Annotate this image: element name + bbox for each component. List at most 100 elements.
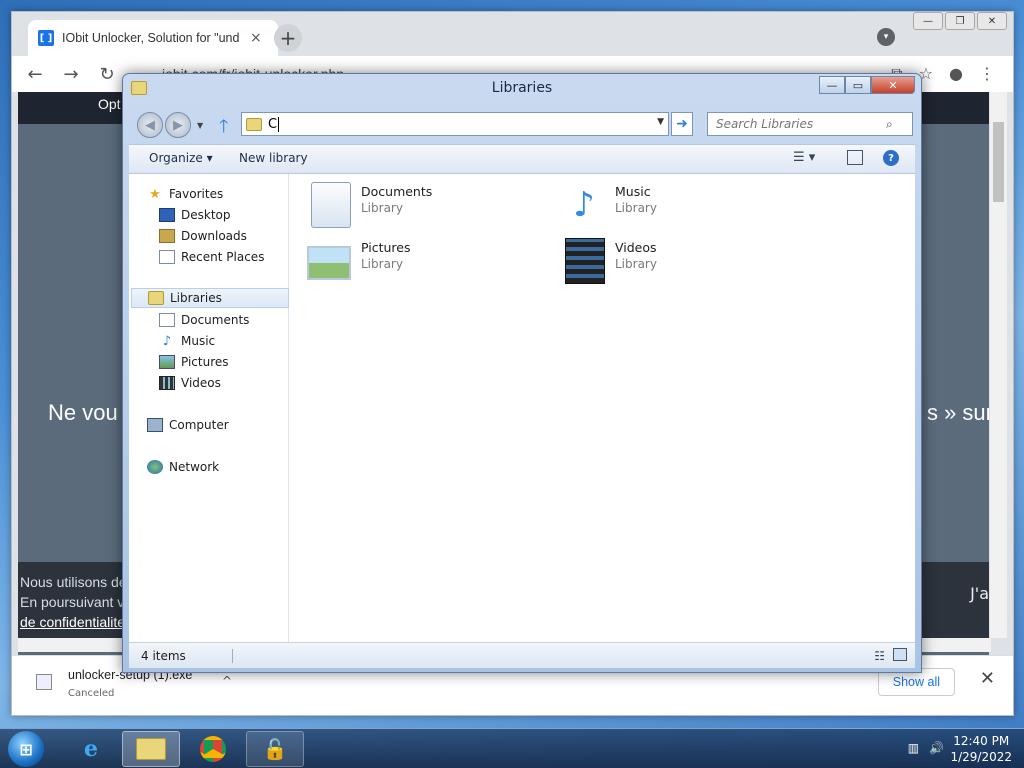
large-icons-view-icon[interactable] [893,648,907,661]
windows-explorer-taskbar-button[interactable] [122,731,180,767]
videos-icon [159,376,175,390]
search-input[interactable] [716,117,886,131]
privacy-policy-link[interactable]: de confidentialite [20,614,125,630]
network-icon [147,460,163,474]
downloads-folder-icon [159,229,175,243]
command-bar: Organize ▾ New library ☰ ▾ ? [129,144,915,174]
search-box[interactable]: ⌕ [707,112,913,136]
close-download-shelf-icon[interactable]: ✕ [980,668,995,689]
chrome-minimize-button[interactable]: — [913,12,943,30]
clock-time: 12:40 PM [953,734,1010,748]
forward-button[interactable]: → [60,64,82,85]
forward-arrow-icon[interactable]: ▶ [165,112,191,138]
library-item-music[interactable]: ♪ Music Library [561,180,781,232]
browser-tab[interactable]: [ ] IObit Unlocker, Solution for "und × [28,20,278,56]
pictures-icon [159,355,175,369]
page-vertical-scrollbar[interactable] [990,92,1007,638]
libraries-icon [148,291,164,305]
scroll-thumb[interactable] [993,122,1004,202]
chrome-restore-button[interactable]: ❐ [945,12,975,30]
site-nav-item[interactable]: Opt [98,96,121,112]
cookie-text-line: Nous utilisons de [20,574,127,590]
nav-buttons: ◀ ▶ ▼ [137,112,203,138]
internet-explorer-icon[interactable]: e [62,731,120,767]
computer-icon [147,418,163,432]
library-item-pictures[interactable]: Pictures Library [307,236,527,288]
chevron-down-icon[interactable]: ▼ [657,117,664,127]
library-type: Library [361,201,403,215]
change-view-icon[interactable]: ☰ ▾ [793,150,815,165]
pictures-library-icon [307,246,351,280]
nav-label: Network [169,460,220,474]
reload-button[interactable]: ↻ [96,64,118,85]
search-icon[interactable]: ⌕ [886,117,893,132]
taskbar: ⊞ e 🔓 ▥ 🔊 12:40 PM 1/29/2022 [0,728,1024,768]
hero-heading-right: s » sur [926,400,989,425]
address-input[interactable]: C [268,116,280,132]
go-arrow-icon[interactable]: ➜ [671,112,693,136]
nav-label: Libraries [170,291,222,305]
cookie-accept-button[interactable]: J'a [970,584,989,603]
back-button[interactable]: ← [24,64,46,85]
help-icon[interactable]: ? [883,150,899,166]
recent-pages-chevron-icon[interactable]: ▼ [197,121,203,130]
library-item-documents[interactable]: Documents Library [307,180,527,232]
address-bar[interactable]: C ▼ [241,112,669,136]
chrome-close-button[interactable]: ✕ [977,12,1007,30]
iobit-favicon-icon: [ ] [38,30,54,46]
music-note-icon: ♪ [162,333,172,349]
nav-item-libraries[interactable]: Libraries [131,288,289,308]
menu-icon[interactable]: ⋮ [979,64,995,84]
explorer-body: ★ Favorites Desktop Downloads Recent Pla… [129,174,915,642]
start-button[interactable]: ⊞ [8,731,44,767]
nav-label: Computer [169,418,229,432]
network-tray-icon[interactable]: ▥ [908,741,919,755]
recent-places-icon [159,250,175,264]
chrome-taskbar-button[interactable] [184,731,242,767]
nav-label: Recent Places [181,250,265,264]
clock-date: 1/29/2022 [950,750,1012,764]
documents-icon [159,313,175,327]
nav-item-network[interactable]: Network [147,457,305,477]
explorer-window: Libraries — ▭ ✕ ◀ ▶ ▼ 🡑 C ▼ ➜ ⌕ Organize… [122,73,922,673]
library-type: Library [615,201,657,215]
close-button[interactable]: ✕ [871,76,915,94]
nav-label: Desktop [181,208,231,222]
padlock-icon: 🔓 [262,737,288,761]
library-name: Videos [615,240,657,255]
volume-icon[interactable]: 🔊 [929,741,944,755]
back-arrow-icon[interactable]: ◀ [137,112,163,138]
library-item-videos[interactable]: Videos Library [561,236,781,288]
tab-close-icon[interactable]: × [250,30,262,46]
music-library-icon: ♪ [573,185,595,225]
new-tab-button[interactable]: + [274,24,302,52]
preview-pane-icon[interactable] [847,150,863,165]
hero-heading-left: Ne vou [48,400,118,425]
up-arrow-icon[interactable]: 🡑 [219,114,228,144]
unlocker-taskbar-button[interactable]: 🔓 [246,731,304,767]
tab-search-icon[interactable]: ▾ [877,28,895,46]
new-library-button[interactable]: New library [239,151,308,165]
documents-library-icon [311,182,351,228]
nav-label: Favorites [169,187,224,201]
chrome-icon [200,736,226,762]
chevron-up-icon[interactable]: ^ [222,674,232,688]
navigation-pane: ★ Favorites Desktop Downloads Recent Pla… [129,174,289,642]
item-count: 4 items [141,649,233,663]
library-type: Library [361,257,403,271]
nav-label: Pictures [181,355,229,369]
folder-icon [246,117,262,131]
organize-button[interactable]: Organize ▾ [149,151,213,165]
details-view-icon[interactable]: ☷ [874,649,885,663]
minimize-button[interactable]: — [819,76,845,94]
clock[interactable]: 12:40 PM 1/29/2022 [950,733,1012,765]
nav-item-favorites[interactable]: ★ Favorites [147,184,305,204]
chrome-window-controls: — ❐ ✕ [913,12,1007,30]
profile-icon[interactable]: ● [949,64,963,84]
nav-label: Videos [181,376,221,390]
maximize-button[interactable]: ▭ [845,76,871,94]
cookie-text-line: En poursuivant v [20,594,125,610]
file-list: Documents Library ♪ Music Library Pictur… [289,174,915,642]
nav-item-computer[interactable]: Computer [147,415,305,435]
tab-strip: [ ] IObit Unlocker, Solution for "und × … [12,12,1013,56]
